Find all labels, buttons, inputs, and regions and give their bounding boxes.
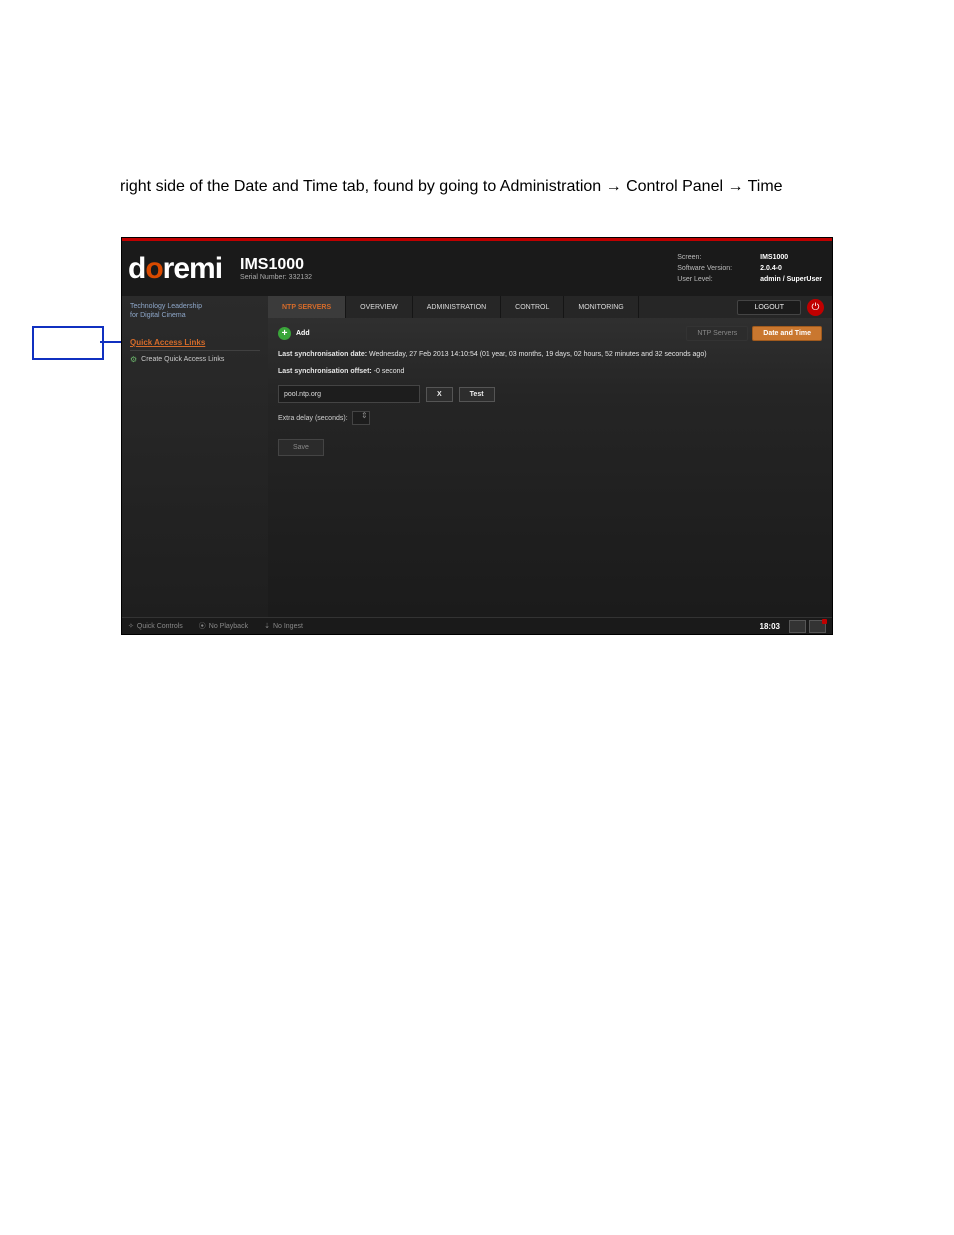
ingest-icon: ⇣ (264, 622, 270, 630)
sync-date-value: Wednesday, 27 Feb 2013 14:10:54 (01 year… (369, 351, 707, 358)
header-info: Screen: Software Version: User Level: IM… (677, 252, 822, 285)
create-quick-access-link[interactable]: ⚙ Create Quick Access Links (130, 355, 260, 364)
sync-date-label: Last synchronisation date: (278, 351, 367, 358)
content: + Add NTP Servers Date and Time Last syn… (268, 318, 832, 618)
logo-o: o (145, 252, 162, 285)
footer-ingest-label: No Ingest (273, 623, 303, 630)
sw-label: Software Version: (677, 263, 732, 274)
serial-value: 332132 (289, 274, 312, 281)
logout-button[interactable]: LOGOUT (737, 300, 801, 315)
callout-line (100, 341, 122, 343)
serial-label: Serial Number: (240, 274, 287, 281)
plus-icon: + (278, 327, 291, 340)
extra-delay-label: Extra delay (seconds): (278, 415, 348, 422)
user-value: admin / SuperUser (760, 274, 822, 285)
footer-playback: ⦿ No Playback (199, 621, 248, 631)
logo-d: d (128, 252, 145, 285)
save-button[interactable]: Save (278, 439, 324, 456)
sw-value: 2.0.4-0 (760, 263, 822, 274)
footer: ✧ Quick Controls ⦿ No Playback ⇣ No Inge… (122, 617, 832, 634)
wrench-icon: ✧ (128, 622, 134, 630)
clock: 18:03 (760, 622, 780, 631)
product-block: IMS1000 Serial Number: 332132 (240, 256, 312, 281)
logo-remi: remi (163, 252, 222, 285)
footer-quick-label: Quick Controls (137, 623, 183, 630)
header: doremi IMS1000 Serial Number: 332132 Scr… (122, 241, 832, 296)
tagline-2: for Digital Cinema (130, 312, 186, 319)
ntp-server-input[interactable] (278, 385, 420, 403)
tab-control[interactable]: CONTROL (501, 296, 564, 318)
footer-status-icon-2[interactable] (809, 620, 826, 633)
tab-ntp-servers[interactable]: NTP Servers (268, 296, 346, 318)
tagline-1: Technology Leadership (130, 303, 202, 310)
add-button[interactable]: + Add (278, 327, 310, 340)
quick-access-title: Quick Access Links (130, 338, 260, 351)
mode-tab-ntp[interactable]: NTP Servers (686, 326, 748, 341)
footer-quick-controls[interactable]: ✧ Quick Controls (128, 622, 183, 630)
tab-overview[interactable]: OVERVIEW (346, 296, 413, 318)
power-icon[interactable]: ⏻ (807, 299, 824, 316)
last-sync-offset: Last synchronisation offset: -0 second (278, 368, 822, 375)
gear-icon: ⚙ (130, 355, 137, 364)
remove-server-button[interactable]: X (426, 387, 453, 402)
sidebar: Technology Leadership for Digital Cinema… (122, 296, 268, 621)
sync-offset-label: Last synchronisation offset: (278, 368, 372, 375)
add-label: Add (296, 330, 310, 337)
callout-box (32, 326, 104, 360)
mode-tab-date-time[interactable]: Date and Time (752, 326, 822, 341)
footer-playback-label: No Playback (209, 623, 248, 630)
footer-status-icon-1[interactable] (789, 620, 806, 633)
screenshot: doremi IMS1000 Serial Number: 332132 Scr… (122, 238, 832, 634)
tagline: Technology Leadership for Digital Cinema (130, 302, 260, 320)
test-button[interactable]: Test (459, 387, 495, 402)
playback-icon: ⦿ (199, 621, 206, 631)
extra-delay-input[interactable] (352, 411, 370, 425)
logo: doremi (128, 252, 222, 286)
tab-administration[interactable]: ADMINISTRATION (413, 296, 501, 318)
create-qal-label: Create Quick Access Links (141, 356, 224, 363)
sync-offset-value: -0 second (374, 368, 405, 375)
user-label: User Level: (677, 274, 732, 285)
tab-monitoring[interactable]: MONITORING (564, 296, 638, 318)
product-name: IMS1000 (240, 256, 312, 274)
screen-label: Screen: (677, 252, 732, 263)
footer-ingest: ⇣ No Ingest (264, 622, 303, 630)
screen-value: IMS1000 (760, 252, 822, 263)
last-sync-date: Last synchronisation date: Wednesday, 27… (278, 351, 822, 358)
page-caption: right side of the Date and Time tab, fou… (120, 178, 783, 196)
serial: Serial Number: 332132 (240, 274, 312, 281)
navbar: NTP Servers OVERVIEW ADMINISTRATION CONT… (268, 296, 832, 318)
